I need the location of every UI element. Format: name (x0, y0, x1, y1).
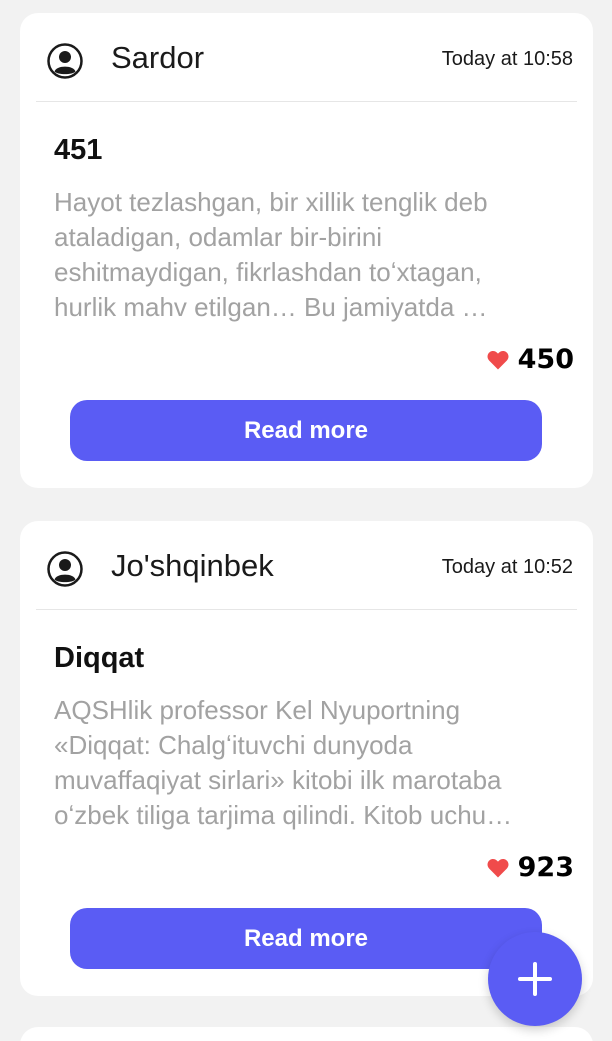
post-excerpt: AQSHlik professor Kel Nyuportning «Diqqa… (54, 693, 564, 833)
like-count: 450 (517, 344, 574, 375)
read-more-button[interactable]: Read more (70, 908, 542, 969)
excerpt-line: eshitmaydigan, fikrlashdan toʻxtagan, (54, 257, 482, 287)
author-name[interactable]: Jo'shqinbek (111, 548, 274, 584)
excerpt-line: Hayot tezlashgan, bir xillik tenglik deb (54, 187, 488, 217)
post-card: Sardor Today at 10:58 451 Hayot tezlashg… (20, 13, 593, 488)
read-more-button[interactable]: Read more (70, 400, 542, 461)
like-counter[interactable]: 923 (487, 850, 574, 886)
post-title: Diqqat (54, 642, 145, 674)
excerpt-line: AQSHlik professor Kel Nyuportning (54, 695, 461, 725)
user-avatar-icon[interactable] (47, 43, 83, 79)
post-timestamp: Today at 10:58 (441, 48, 573, 70)
excerpt-line: muvaffaqiyat sirlari» kitobi ilk marotab… (54, 765, 502, 795)
heart-icon[interactable] (487, 350, 509, 370)
excerpt-line: ataladigan, odamlar bir-birini (54, 222, 383, 252)
author-name[interactable]: Sardor (111, 40, 204, 76)
like-count: 923 (517, 852, 574, 883)
heart-icon[interactable] (487, 858, 509, 878)
post-card: Jo'shqinbek Today at 10:52 Diqqat AQSHli… (20, 521, 593, 996)
post-timestamp: Today at 10:52 (441, 556, 573, 578)
post-card (20, 1027, 593, 1041)
post-title: 451 (54, 134, 103, 166)
excerpt-line: hurlik mahv etilgan… Bu jamiyatda … (54, 292, 488, 322)
add-post-button[interactable] (488, 932, 582, 1026)
excerpt-line: oʻzbek tiliga tarjima qilindi. Kitob uch… (54, 800, 513, 830)
post-feed: Sardor Today at 10:58 451 Hayot tezlashg… (0, 0, 612, 1041)
like-counter[interactable]: 450 (487, 342, 574, 378)
excerpt-line: «Diqqat: Chalgʻituvchi dunyoda (54, 730, 413, 760)
post-excerpt: Hayot tezlashgan, bir xillik tenglik deb… (54, 185, 564, 325)
user-avatar-icon[interactable] (47, 551, 83, 587)
plus-icon (488, 960, 582, 998)
